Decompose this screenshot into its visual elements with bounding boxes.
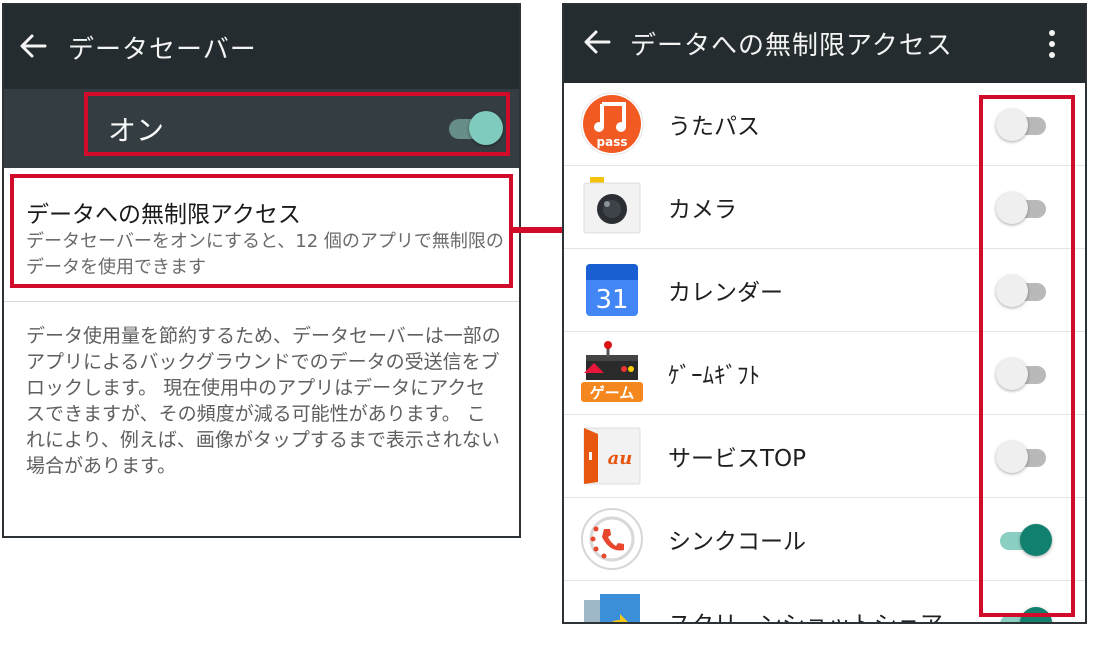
app-name: シンクコール <box>668 529 806 555</box>
synccall-icon <box>581 508 643 570</box>
icon-text: 31 <box>595 285 628 315</box>
app-name: スクリーンショットシェア <box>668 605 943 622</box>
highlight-box-app-toggles <box>979 95 1075 617</box>
back-arrow-icon[interactable] <box>582 27 612 57</box>
page-title: データセーバー <box>68 35 257 65</box>
game-gift-icon: ゲーム <box>580 341 644 404</box>
icon-text: ゲーム <box>590 384 635 402</box>
page-title: データへの無制限アクセス <box>630 31 953 61</box>
toolbar: データセーバー <box>4 5 519 89</box>
footer-description: データ使用量を節約するため、データセーバーは一部のアプリによるバックグラウンドで… <box>26 325 501 477</box>
app-name: サービスTOP <box>668 446 807 472</box>
highlight-box-unrestricted-item <box>10 174 513 288</box>
screenshot-share-icon <box>584 594 640 622</box>
icon-text: pass <box>597 135 628 149</box>
back-arrow-icon[interactable] <box>18 31 48 61</box>
camera-icon <box>583 177 641 234</box>
app-name: カメラ <box>668 197 737 223</box>
toolbar: データへの無制限アクセス <box>564 5 1085 83</box>
app-name: ｹﾞｰﾑｷﾞﾌﾄ <box>668 363 760 389</box>
calendar-icon: 31 <box>586 264 638 316</box>
app-name: うたパス <box>668 114 760 140</box>
icon-text: au <box>608 448 633 469</box>
au-service-icon: au <box>583 427 641 485</box>
utapass-icon: pass <box>580 92 644 156</box>
highlight-box-master-switch <box>84 92 510 156</box>
divider <box>4 301 519 302</box>
more-options-icon[interactable] <box>1042 27 1062 61</box>
app-name: カレンダー <box>668 280 783 306</box>
